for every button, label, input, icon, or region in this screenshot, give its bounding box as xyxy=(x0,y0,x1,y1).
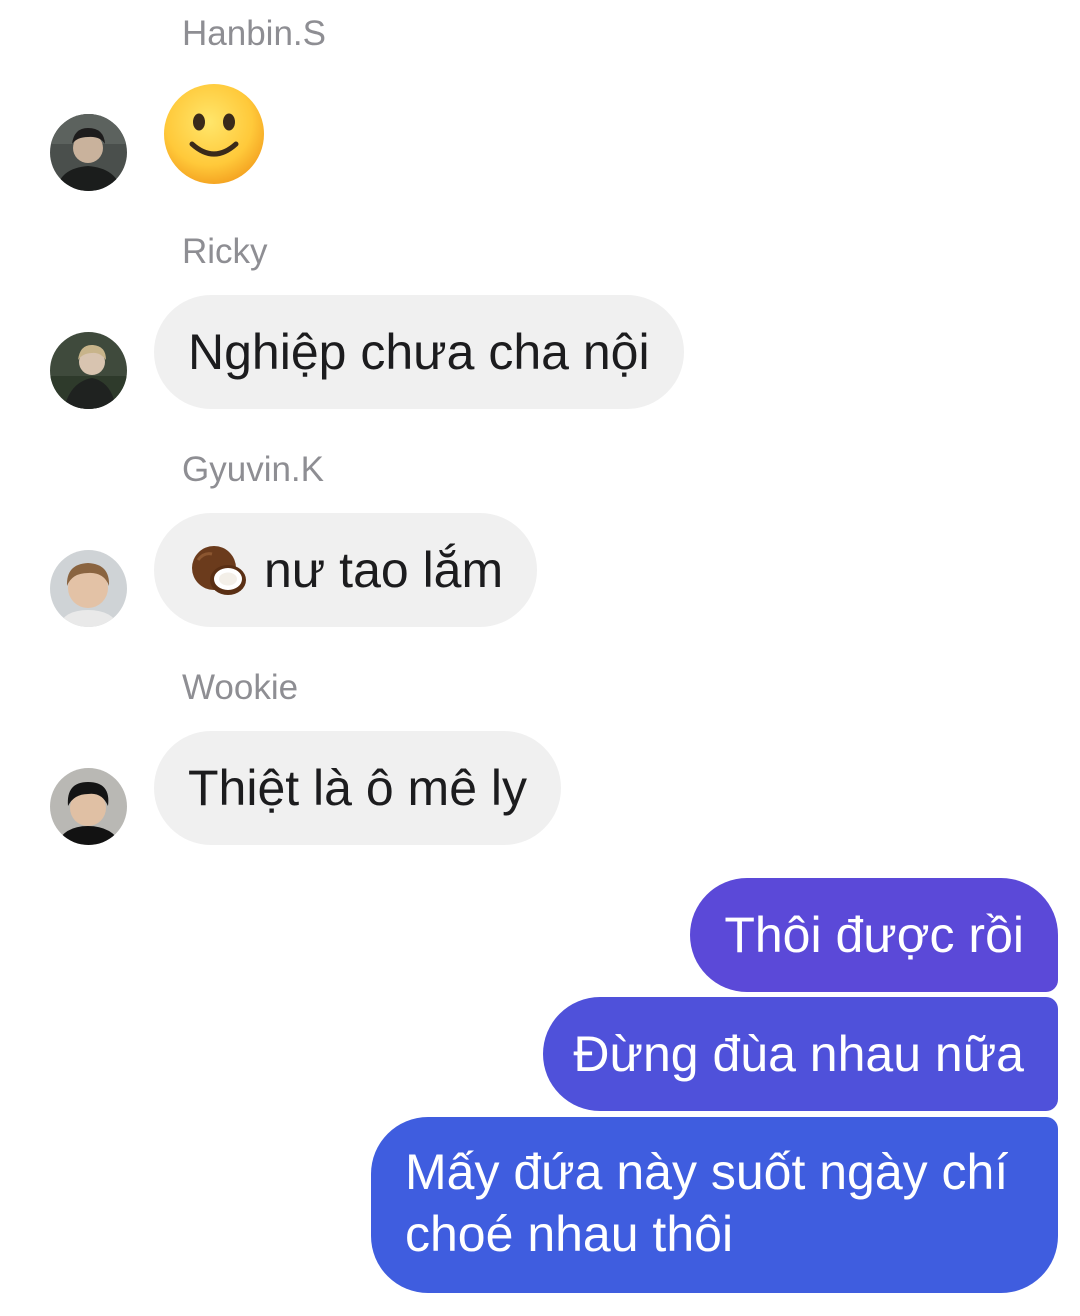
avatar-wookie-photo xyxy=(50,768,127,845)
avatar-ricky[interactable] xyxy=(50,332,127,409)
outgoing-text-2: Đừng đùa nhau nữa xyxy=(573,1026,1024,1082)
sender-name-ricky: Ricky xyxy=(182,232,268,271)
outgoing-text-1: Thôi được rồi xyxy=(724,907,1024,963)
sender-name-hanbin: Hanbin.S xyxy=(182,14,326,53)
message-text-wookie: Thiệt là ô mê ly xyxy=(188,760,528,816)
outgoing-message-3[interactable]: Mấy đứa này suốt ngày chí choé nhau thôi xyxy=(371,1117,1058,1293)
sender-name-wookie: Wookie xyxy=(182,668,299,707)
smiling-face-emoji-icon xyxy=(164,84,264,184)
coconut-emoji-icon xyxy=(192,546,246,595)
sender-name-gyuvin: Gyuvin.K xyxy=(182,450,324,489)
message-text-gyuvin: nư tao lắm xyxy=(264,542,504,598)
avatar-gyuvin-photo xyxy=(50,550,127,627)
message-bubble-gyuvin[interactable]: nư tao lắm xyxy=(154,513,538,627)
avatar-wookie[interactable] xyxy=(50,768,127,845)
avatar-gyuvin[interactable] xyxy=(50,550,127,627)
message-bubble-wookie[interactable]: Thiệt là ô mê ly xyxy=(154,731,562,845)
outgoing-message-1[interactable]: Thôi được rồi xyxy=(690,878,1058,992)
outgoing-text-3: Mấy đứa này suốt ngày chí choé nhau thôi xyxy=(405,1144,1009,1262)
outgoing-message-2[interactable]: Đừng đùa nhau nữa xyxy=(543,997,1058,1111)
avatar-ricky-photo xyxy=(50,332,127,409)
message-text-ricky: Nghiệp chưa cha nội xyxy=(188,324,650,380)
avatar-hanbin[interactable] xyxy=(50,114,127,191)
chat-thread: Hanbin.S Ricky Nghiệp chưa cha nội Gyuvi… xyxy=(0,0,1080,1316)
avatar-hanbin-photo xyxy=(50,114,127,191)
message-bubble-ricky[interactable]: Nghiệp chưa cha nội xyxy=(154,295,684,409)
